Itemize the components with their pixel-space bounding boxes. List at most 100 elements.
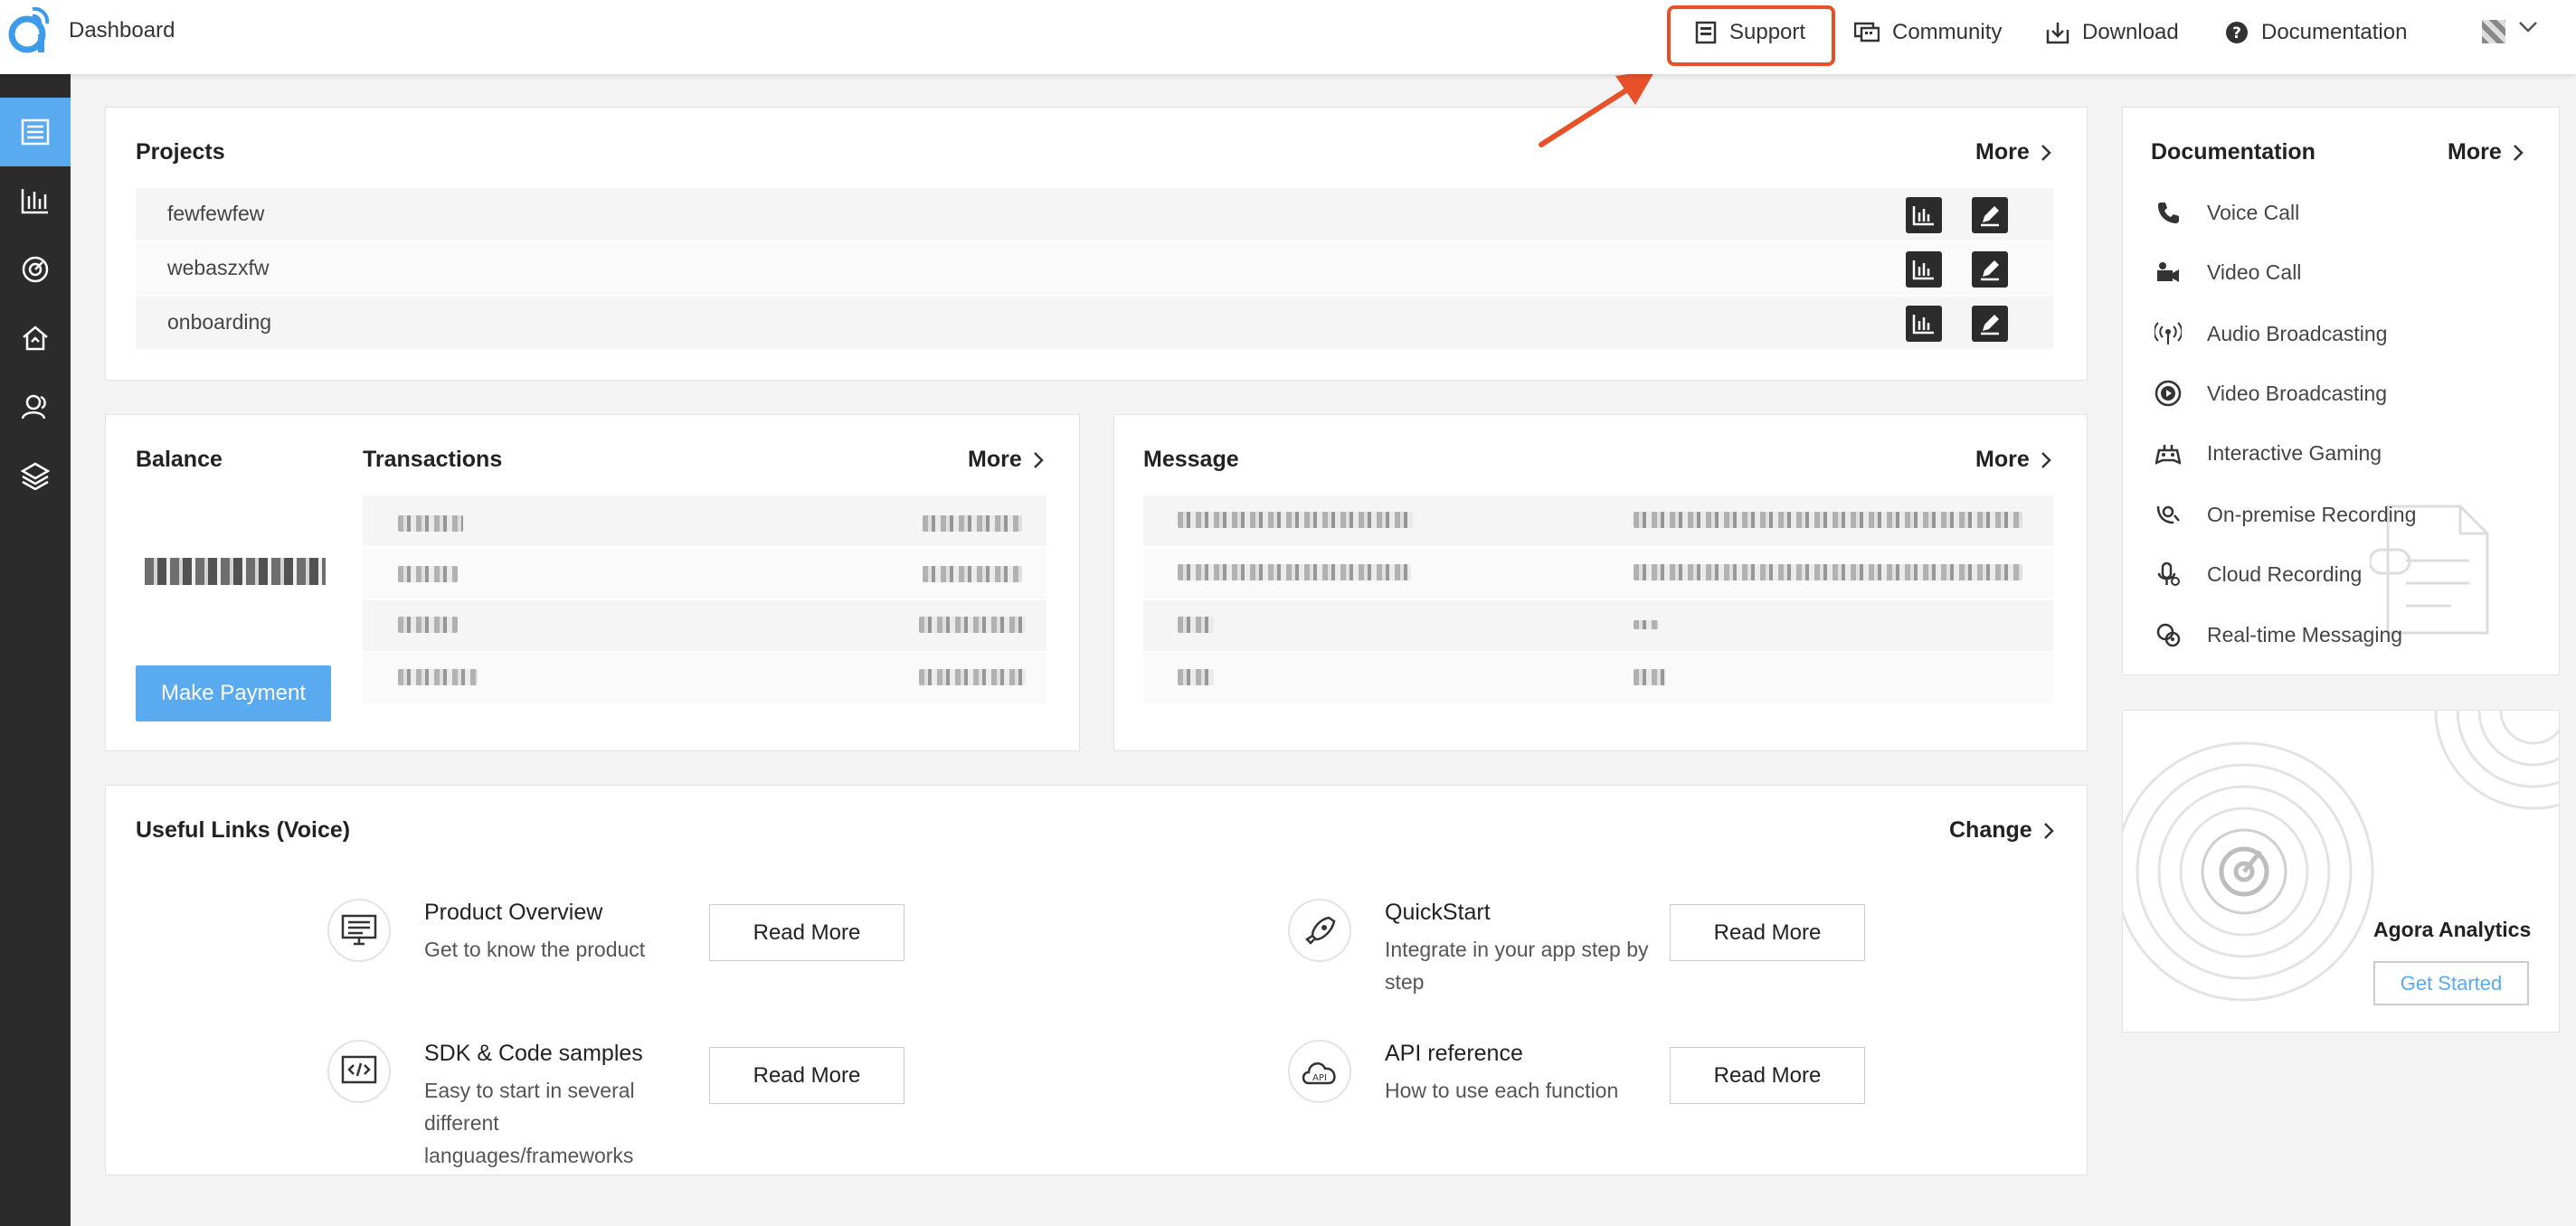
project-edit-button[interactable] (1972, 251, 2008, 288)
recording-icon (2153, 503, 2183, 526)
transactions-more-link[interactable]: More (968, 447, 1044, 473)
doc-item-video-broadcasting[interactable]: Video Broadcasting (2153, 375, 2387, 411)
code-samples-icon (327, 1040, 391, 1103)
read-more-button[interactable]: Read More (709, 904, 904, 961)
svg-text:API: API (1312, 1073, 1327, 1083)
read-more-button[interactable]: Read More (1670, 904, 1865, 961)
message-title: Message (1143, 447, 1239, 472)
doc-item-interactive-gaming[interactable]: Interactive Gaming (2153, 435, 2382, 471)
user-avatar[interactable] (2482, 20, 2505, 43)
balance-amount-redacted (145, 558, 326, 585)
link-description: Easy to start in several different langu… (424, 1079, 635, 1167)
chevron-right-icon (2513, 144, 2524, 161)
sidebar-item-projects[interactable] (0, 98, 71, 166)
transactions-more-label: More (968, 447, 1022, 472)
redacted-text (398, 566, 458, 582)
project-name[interactable]: webaszxfw (167, 256, 269, 280)
redacted-text (1178, 512, 1413, 528)
bar-chart-icon (1912, 206, 1934, 226)
redacted-text (1178, 617, 1214, 633)
doc-item-real-time-messaging[interactable]: Real-time Messaging (2153, 617, 2402, 653)
useful-links-card (105, 785, 2088, 1175)
documentation-more-label: More (2448, 139, 2502, 165)
sidebar-item-home[interactable] (0, 304, 71, 373)
redacted-text (398, 617, 458, 633)
redacted-text (919, 669, 1026, 685)
annotation-arrow (1539, 71, 1655, 147)
nav-documentation[interactable]: ? Documentation (2225, 16, 2407, 49)
get-started-button[interactable]: Get Started (2373, 961, 2529, 1005)
doc-item-audio-broadcasting[interactable]: Audio Broadcasting (2153, 316, 2387, 352)
project-row[interactable] (136, 188, 2053, 240)
doc-item-label: Video Broadcasting (2207, 381, 2388, 405)
projects-more-label: More (1975, 139, 2030, 165)
project-row[interactable] (136, 297, 2053, 349)
play-circle-icon (2153, 380, 2183, 407)
api-reference-icon: API (1288, 1040, 1351, 1103)
chevron-down-icon[interactable] (2518, 20, 2538, 34)
phone-icon (2153, 201, 2183, 224)
redacted-text (1634, 669, 1666, 685)
redacted-text (1178, 564, 1411, 580)
redacted-text (919, 617, 1026, 633)
sidebar (0, 74, 71, 1226)
chevron-right-icon (1033, 451, 1044, 468)
doc-item-label: Audio Broadcasting (2207, 321, 2388, 345)
pencil-icon (1981, 260, 1999, 281)
agora-logo[interactable] (5, 4, 52, 56)
doc-item-video-call[interactable]: Video Call (2153, 254, 2301, 290)
chevron-right-icon (2041, 451, 2051, 468)
product-overview-icon (327, 899, 391, 962)
doc-item-label: On-premise Recording (2207, 502, 2417, 526)
doc-item-label: Cloud Recording (2207, 561, 2363, 586)
project-name[interactable]: onboarding (167, 310, 271, 335)
chevron-right-icon (2043, 822, 2054, 839)
sidebar-item-analytics[interactable] (0, 166, 71, 235)
project-edit-button[interactable] (1972, 306, 2008, 342)
doc-item-label: Video Call (2207, 259, 2302, 284)
read-more-button[interactable]: Read More (1670, 1047, 1865, 1104)
analytics-title: Agora Analytics (2373, 918, 2532, 941)
project-stats-button[interactable] (1906, 197, 1942, 233)
read-more-button[interactable]: Read More (709, 1047, 904, 1104)
community-icon (1854, 22, 1880, 42)
link-title: SDK & Code samples (424, 1041, 643, 1066)
sidebar-item-monitor[interactable] (0, 235, 71, 304)
bar-chart-icon (1912, 315, 1934, 335)
doc-item-on-premise-recording[interactable]: On-premise Recording (2153, 496, 2416, 533)
broadcast-icon (2153, 322, 2183, 345)
documentation-more-link[interactable]: More (2448, 139, 2524, 165)
project-name[interactable]: fewfewfew (167, 202, 264, 226)
pencil-icon (1981, 206, 1999, 227)
nav-download[interactable]: Download (2046, 16, 2179, 49)
link-description: How to use each function (1385, 1079, 1619, 1102)
change-label: Change (1949, 817, 2032, 843)
message-more-link[interactable]: More (1975, 447, 2051, 473)
doc-item-cloud-recording[interactable]: Cloud Recording (2153, 556, 2362, 592)
redacted-text (923, 515, 1022, 532)
doc-item-label: Real-time Messaging (2207, 622, 2403, 646)
chevron-right-icon (2041, 144, 2051, 161)
message-row[interactable] (1143, 600, 2053, 651)
useful-links-change-link[interactable]: Change (1949, 817, 2054, 844)
help-icon: ? (2226, 22, 2248, 43)
make-payment-button[interactable]: Make Payment (136, 665, 331, 721)
project-stats-button[interactable] (1906, 306, 1942, 342)
balance-title: Balance (136, 447, 223, 472)
projects-more-link[interactable]: More (1975, 139, 2051, 165)
sidebar-item-users[interactable] (0, 373, 71, 441)
useful-links-title: Useful Links (Voice) (136, 817, 351, 843)
brand-title[interactable]: Dashboard (69, 18, 175, 43)
sidebar-item-layers[interactable] (0, 441, 71, 510)
layers-icon (21, 462, 50, 490)
documentation-title: Documentation (2151, 139, 2316, 165)
link-description: Integrate in your app step by step (1385, 938, 1649, 994)
nav-community[interactable]: Community (1854, 16, 2002, 49)
message-row[interactable] (1143, 653, 2053, 703)
project-edit-button[interactable] (1972, 197, 2008, 233)
nav-community-label: Community (1892, 20, 2003, 44)
doc-item-voice-call[interactable]: Voice Call (2153, 194, 2299, 231)
project-row[interactable] (136, 242, 2053, 295)
project-stats-button[interactable] (1906, 251, 1942, 288)
link-title: API reference (1385, 1041, 1523, 1066)
